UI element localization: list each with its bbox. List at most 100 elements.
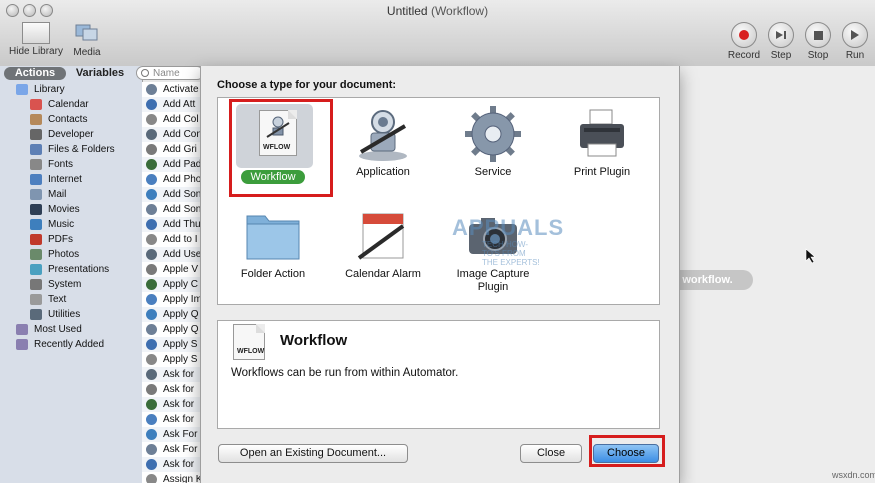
action-item[interactable]: Apply S xyxy=(142,352,202,367)
action-item[interactable]: Apply Q xyxy=(142,307,202,322)
action-item[interactable]: Ask for xyxy=(142,412,202,427)
stop-button[interactable]: Stop xyxy=(801,22,835,61)
library-item-text[interactable]: Text xyxy=(4,292,142,307)
step-icon xyxy=(768,22,794,48)
text-icon xyxy=(30,294,42,305)
utilities-icon xyxy=(30,309,42,320)
library-item-label: Text xyxy=(48,294,67,305)
search-input[interactable]: Name xyxy=(136,66,204,80)
library-item-music[interactable]: Music xyxy=(4,217,142,232)
action-label: Add Pho xyxy=(163,174,202,185)
record-icon xyxy=(731,22,757,48)
type-application[interactable]: Application xyxy=(338,104,428,179)
media-icon xyxy=(75,24,98,41)
action-icon xyxy=(146,114,157,125)
selected-type-description: Workflows can be run from within Automat… xyxy=(231,367,459,379)
actions-list: Activate Add Att Add Col Add Con Add Gri Add … xyxy=(142,82,203,483)
action-item[interactable]: Add Gri xyxy=(142,142,202,157)
library-item-developer[interactable]: Developer xyxy=(4,127,142,142)
library-item-contacts[interactable]: Contacts xyxy=(4,112,142,127)
type-print-plugin[interactable]: Print Plugin xyxy=(557,104,647,179)
library-item-mail[interactable]: Mail xyxy=(4,187,142,202)
mouse-cursor-icon xyxy=(805,248,816,264)
action-icon xyxy=(146,429,157,440)
library-item-files-folders[interactable]: Files & Folders xyxy=(4,142,142,157)
record-button[interactable]: Record xyxy=(724,22,764,61)
action-item[interactable]: Ask For xyxy=(142,442,202,457)
action-icon xyxy=(146,339,157,350)
library-item-label: Files & Folders xyxy=(48,144,115,155)
library-item-movies[interactable]: Movies xyxy=(4,202,142,217)
movies-icon xyxy=(30,204,42,215)
library-item-label: Library xyxy=(34,84,65,95)
library-item-recently-added[interactable]: Recently Added xyxy=(4,337,142,352)
library-item-photos[interactable]: Photos xyxy=(4,247,142,262)
action-item[interactable]: Add Att xyxy=(142,97,202,112)
action-item[interactable]: Apple V xyxy=(142,262,202,277)
action-item[interactable]: Add Pho xyxy=(142,172,202,187)
action-label: Ask for xyxy=(163,369,195,380)
library-item-utilities[interactable]: Utilities xyxy=(4,307,142,322)
variables-tab[interactable]: Variables xyxy=(70,67,130,80)
action-item[interactable]: Add to I xyxy=(142,232,202,247)
action-item[interactable]: Activate xyxy=(142,82,202,97)
action-label: Add Att xyxy=(163,99,196,110)
action-item[interactable]: Apply S xyxy=(142,337,202,352)
step-button[interactable]: Step xyxy=(764,22,798,61)
action-item[interactable]: Add Use xyxy=(142,247,202,262)
action-item[interactable]: Add Son xyxy=(142,202,202,217)
action-icon xyxy=(146,159,157,170)
action-icon xyxy=(146,324,157,335)
action-icon xyxy=(146,189,157,200)
library-item-label: Recently Added xyxy=(34,339,105,350)
action-item[interactable]: Ask for xyxy=(142,367,202,382)
action-item[interactable]: Add Thu xyxy=(142,217,202,232)
library-item-label: Utilities xyxy=(48,309,81,320)
action-icon xyxy=(146,144,157,155)
media-button[interactable]: Media xyxy=(70,22,104,58)
type-calendar-alarm[interactable]: Calendar Alarm xyxy=(338,206,428,281)
run-button[interactable]: Run xyxy=(838,22,872,61)
library-item-internet[interactable]: Internet xyxy=(4,172,142,187)
action-label: Ask for xyxy=(163,399,195,410)
action-item[interactable]: Add Col xyxy=(142,112,202,127)
action-label: Add Col xyxy=(163,114,199,125)
type-folder-action[interactable]: Folder Action xyxy=(228,206,318,281)
library-item-library[interactable]: Library xyxy=(4,82,142,97)
action-item[interactable]: Add Son xyxy=(142,187,202,202)
action-icon xyxy=(146,369,157,380)
action-item[interactable]: Ask for xyxy=(142,457,202,472)
library-item-fonts[interactable]: Fonts xyxy=(4,157,142,172)
action-label: Apply S xyxy=(163,354,198,365)
action-item[interactable]: Apply C xyxy=(142,277,202,292)
action-icon xyxy=(146,204,157,215)
library-item-system[interactable]: System xyxy=(4,277,142,292)
action-item[interactable]: Ask for xyxy=(142,397,202,412)
library-item-most-used[interactable]: Most Used xyxy=(4,322,142,337)
library-item-calendar[interactable]: Calendar xyxy=(4,97,142,112)
printer-icon xyxy=(572,104,632,164)
actions-tab[interactable]: Actions xyxy=(4,67,66,80)
library-item-pdfs[interactable]: PDFs xyxy=(4,232,142,247)
library-item-label: Developer xyxy=(48,129,94,140)
open-existing-document-button[interactable]: Open an Existing Document... xyxy=(218,444,408,463)
action-item[interactable]: Add Pad xyxy=(142,157,202,172)
action-item[interactable]: Ask for xyxy=(142,382,202,397)
action-item[interactable]: Apply Q xyxy=(142,322,202,337)
calendar-icon xyxy=(30,99,42,110)
action-item[interactable]: Ask For xyxy=(142,427,202,442)
gear-icon xyxy=(463,104,523,164)
action-label: Apply S xyxy=(163,339,198,350)
close-button[interactable]: Close xyxy=(520,444,582,463)
action-label: Add Pad xyxy=(163,159,202,170)
hide-library-button[interactable]: Hide Library xyxy=(6,22,66,57)
type-service[interactable]: Service xyxy=(448,104,538,179)
music-icon xyxy=(30,219,42,230)
action-label: Add Use xyxy=(163,249,202,260)
action-icon xyxy=(146,129,157,140)
action-item[interactable]: Apply Im xyxy=(142,292,202,307)
action-item[interactable]: Add Con xyxy=(142,127,202,142)
library-item-presentations[interactable]: Presentations xyxy=(4,262,142,277)
action-item[interactable]: Assign Keywords to Images xyxy=(142,472,202,483)
action-icon xyxy=(146,294,157,305)
